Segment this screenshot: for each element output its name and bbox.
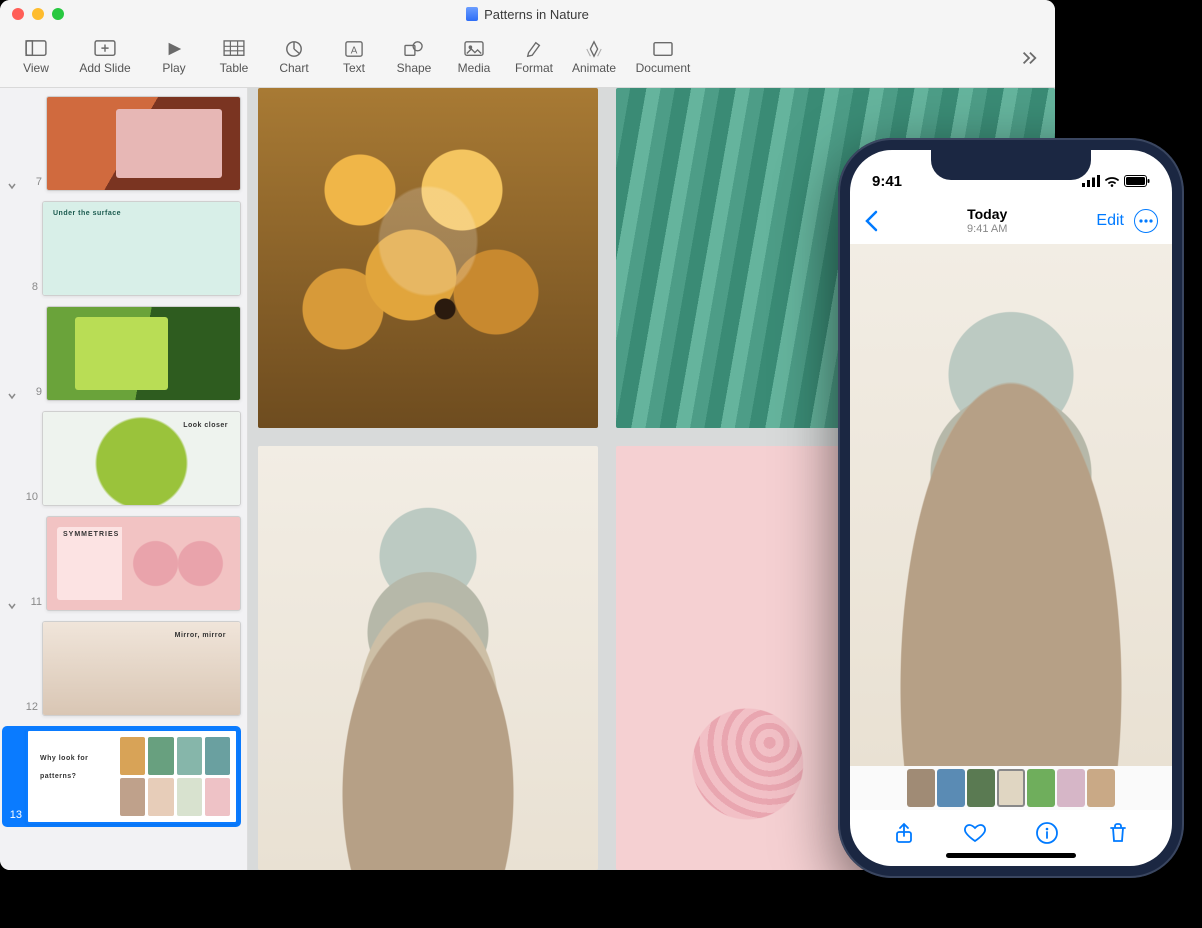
photo-viewer[interactable] — [850, 244, 1172, 766]
thumbnail-image: SYMMETRIES — [46, 516, 241, 611]
filmstrip-thumb[interactable] — [967, 769, 995, 807]
titlebar: Patterns in Nature — [0, 0, 1055, 28]
heart-icon — [963, 821, 987, 845]
header-title-group: Today 9:41 AM — [967, 207, 1007, 234]
info-icon — [1035, 821, 1059, 845]
info-button[interactable] — [1035, 821, 1059, 845]
media-button[interactable]: Media — [444, 28, 504, 87]
home-indicator[interactable] — [946, 853, 1076, 858]
edit-button[interactable]: Edit — [1096, 212, 1124, 230]
status-icons — [1082, 175, 1150, 187]
chart-button[interactable]: Chart — [264, 28, 324, 87]
iphone-screen: 9:41 Today 9:41 AM Edit — [850, 150, 1172, 866]
animate-button[interactable]: Animate — [564, 28, 624, 87]
text-icon: A — [343, 40, 365, 58]
filmstrip-thumb-current[interactable] — [997, 769, 1025, 807]
delete-button[interactable] — [1106, 821, 1130, 845]
more-button[interactable] — [1134, 209, 1158, 233]
slide-thumbnail[interactable]: 9 FRACTALS — [2, 306, 241, 401]
disclosure-triangle-icon[interactable] — [4, 391, 20, 401]
slide-thumbnail[interactable]: 8 Under the surface — [2, 201, 241, 296]
toolbar-overflow-button[interactable] — [1009, 28, 1049, 87]
photo-filmstrip[interactable] — [850, 766, 1172, 810]
header-title: Today — [967, 207, 1007, 222]
trash-icon — [1106, 821, 1130, 845]
thumbnail-image: Mirror, mirror — [42, 621, 241, 716]
notch — [931, 150, 1091, 180]
photos-header: Today 9:41 AM Edit — [850, 198, 1172, 244]
document-button[interactable]: Document — [624, 28, 702, 87]
slide-thumbnail[interactable]: 7 LAYERS — [2, 96, 241, 191]
favorite-button[interactable] — [963, 821, 987, 845]
table-button[interactable]: Table — [204, 28, 264, 87]
add-slide-icon — [94, 40, 116, 58]
slide-image-shells[interactable] — [258, 446, 598, 870]
window-title: Patterns in Nature — [0, 7, 1055, 22]
shape-button[interactable]: Shape — [384, 28, 444, 87]
disclosure-triangle-icon[interactable] — [4, 601, 20, 611]
disclosure-triangle-icon[interactable] — [4, 181, 20, 191]
iphone-device: 9:41 Today 9:41 AM Edit — [838, 138, 1184, 878]
slide-thumbnail[interactable]: 12 Mirror, mirror — [2, 621, 241, 716]
view-icon — [25, 40, 47, 58]
format-button[interactable]: Format — [504, 28, 564, 87]
chart-icon — [283, 40, 305, 58]
toolbar: View Add Slide Play Table Chart A Text S… — [0, 28, 1055, 88]
slide-thumbnail[interactable]: 10 Look closer — [2, 411, 241, 506]
svg-text:A: A — [351, 46, 358, 57]
thumbnail-image: FRACTALS — [46, 306, 241, 401]
wifi-icon — [1104, 175, 1120, 187]
slide-navigator[interactable]: 7 LAYERS 8 Under the surface 9 FRACTALS — [0, 88, 248, 870]
filmstrip-thumb[interactable] — [937, 769, 965, 807]
share-button[interactable] — [892, 821, 916, 845]
document-icon — [466, 7, 478, 21]
format-icon — [523, 40, 545, 58]
battery-icon — [1124, 175, 1150, 187]
header-subtitle: 9:41 AM — [967, 223, 1007, 235]
filmstrip-thumb[interactable] — [1087, 769, 1115, 807]
document-settings-icon — [652, 40, 674, 58]
chevron-double-right-icon — [1018, 49, 1040, 67]
text-button[interactable]: A Text — [324, 28, 384, 87]
view-button[interactable]: View — [6, 28, 66, 87]
animate-icon — [583, 40, 605, 58]
add-slide-button[interactable]: Add Slide — [66, 28, 144, 87]
status-time: 9:41 — [872, 173, 902, 190]
thumbnail-image: Why look for patterns? — [26, 729, 238, 824]
thumbnail-image: LAYERS — [46, 96, 241, 191]
thumbnail-image: Look closer — [42, 411, 241, 506]
play-button[interactable]: Play — [144, 28, 204, 87]
play-icon — [163, 40, 185, 58]
slide-thumbnail[interactable]: 11 SYMMETRIES — [2, 516, 241, 611]
thumbnail-image: Under the surface — [42, 201, 241, 296]
filmstrip-thumb[interactable] — [1027, 769, 1055, 807]
shape-icon — [403, 40, 425, 58]
back-button[interactable] — [864, 210, 878, 232]
window-title-text: Patterns in Nature — [484, 7, 589, 22]
filmstrip-thumb[interactable] — [907, 769, 935, 807]
share-icon — [892, 821, 916, 845]
slide-thumbnail-selected[interactable]: 13 Why look for patterns? — [2, 726, 241, 827]
media-icon — [463, 40, 485, 58]
filmstrip-thumb[interactable] — [1057, 769, 1085, 807]
cellular-icon — [1082, 175, 1100, 187]
slide-image-honeycomb[interactable] — [258, 88, 598, 428]
ellipsis-icon — [1139, 219, 1153, 223]
table-icon — [223, 40, 245, 58]
